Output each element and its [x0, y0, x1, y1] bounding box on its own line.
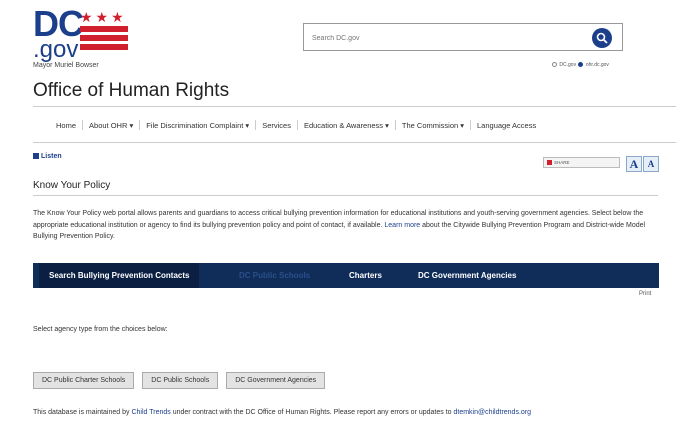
- logo-flag-bar: [80, 35, 128, 41]
- nav-item-education[interactable]: Education & Awareness ▾: [298, 121, 395, 130]
- scope-ohr-label: ohr.dc.gov: [585, 62, 609, 68]
- nav-item-about[interactable]: About OHR ▾: [83, 121, 139, 130]
- speaker-icon: [33, 153, 39, 160]
- footer-note: This database is maintained by Child Tre…: [33, 407, 593, 420]
- print-link[interactable]: Print: [639, 291, 651, 297]
- nav-divider-bottom: [33, 142, 676, 143]
- nav-divider-top: [33, 106, 676, 107]
- search-scope: DC.gov ohr.dc.gov: [551, 62, 609, 68]
- scope-dc-label: DC.gov: [559, 62, 577, 68]
- nav-item-file-complaint[interactable]: File Discrimination Complaint ▾: [140, 121, 255, 130]
- nav-item-language-access[interactable]: Language Access: [471, 121, 542, 130]
- nav-item-commission[interactable]: The Commission ▾: [396, 121, 470, 130]
- logo-gov-text: .gov: [33, 36, 79, 63]
- child-trends-link[interactable]: Child Trends: [131, 409, 170, 416]
- listen-button[interactable]: Listen: [33, 153, 62, 160]
- nav-item-services[interactable]: Services: [256, 121, 297, 130]
- scope-ohr-radio[interactable]: [578, 62, 584, 68]
- footer-text-before: This database is maintained by: [33, 409, 132, 416]
- logo-flag-bar: [80, 26, 128, 32]
- charter-schools-button[interactable]: DC Public Charter Schools: [33, 372, 135, 389]
- mayor-name: Mayor Muriel Bowser: [33, 62, 99, 69]
- font-size-small-button[interactable]: A: [643, 156, 659, 172]
- nav-item-home[interactable]: Home: [50, 121, 82, 130]
- email-link[interactable]: dtemkin@childtrends.org: [453, 409, 531, 416]
- agency-type-buttons: DC Public Charter Schools DC Public Scho…: [33, 372, 326, 389]
- public-schools-button[interactable]: DC Public Schools: [142, 372, 219, 389]
- search-box: [303, 23, 623, 51]
- search-button[interactable]: [592, 28, 612, 48]
- footer-text-after: under contract with the DC Office of Hum…: [170, 409, 454, 416]
- font-size-large-button[interactable]: A: [626, 156, 642, 172]
- search-icon: [596, 32, 608, 44]
- share-icon: [547, 160, 552, 166]
- government-agencies-button[interactable]: DC Government Agencies: [226, 372, 326, 389]
- tab-charters[interactable]: Charters: [339, 263, 392, 288]
- select-prompt: Select agency type from the choices belo…: [33, 326, 168, 333]
- page-title[interactable]: Office of Human Rights: [33, 80, 229, 102]
- dc-gov-logo[interactable]: DC ★★★ .gov: [33, 6, 133, 64]
- tab-bar: Search Bullying Prevention Contacts DC P…: [33, 263, 659, 288]
- listen-label: Listen: [41, 153, 62, 160]
- intro-paragraph: The Know Your Policy web portal allows p…: [33, 208, 663, 243]
- tab-dc-public-schools[interactable]: DC Public Schools: [229, 263, 320, 288]
- learn-more-link[interactable]: Learn more: [384, 222, 420, 229]
- logo-flag-bar: [80, 44, 128, 50]
- search-input[interactable]: [312, 31, 582, 45]
- tab-search-contacts[interactable]: Search Bullying Prevention Contacts: [39, 263, 200, 288]
- section-heading: Know Your Policy: [33, 180, 111, 191]
- share-label: SHARE: [554, 160, 570, 165]
- scope-dc-radio[interactable]: [552, 62, 557, 68]
- logo-stars: ★★★: [80, 9, 127, 25]
- tab-dc-government-agencies[interactable]: DC Government Agencies: [408, 263, 526, 288]
- share-widget[interactable]: SHARE: [543, 157, 620, 168]
- main-nav: Home About OHR ▾ File Discrimination Com…: [50, 118, 542, 132]
- heading-divider: [33, 195, 658, 196]
